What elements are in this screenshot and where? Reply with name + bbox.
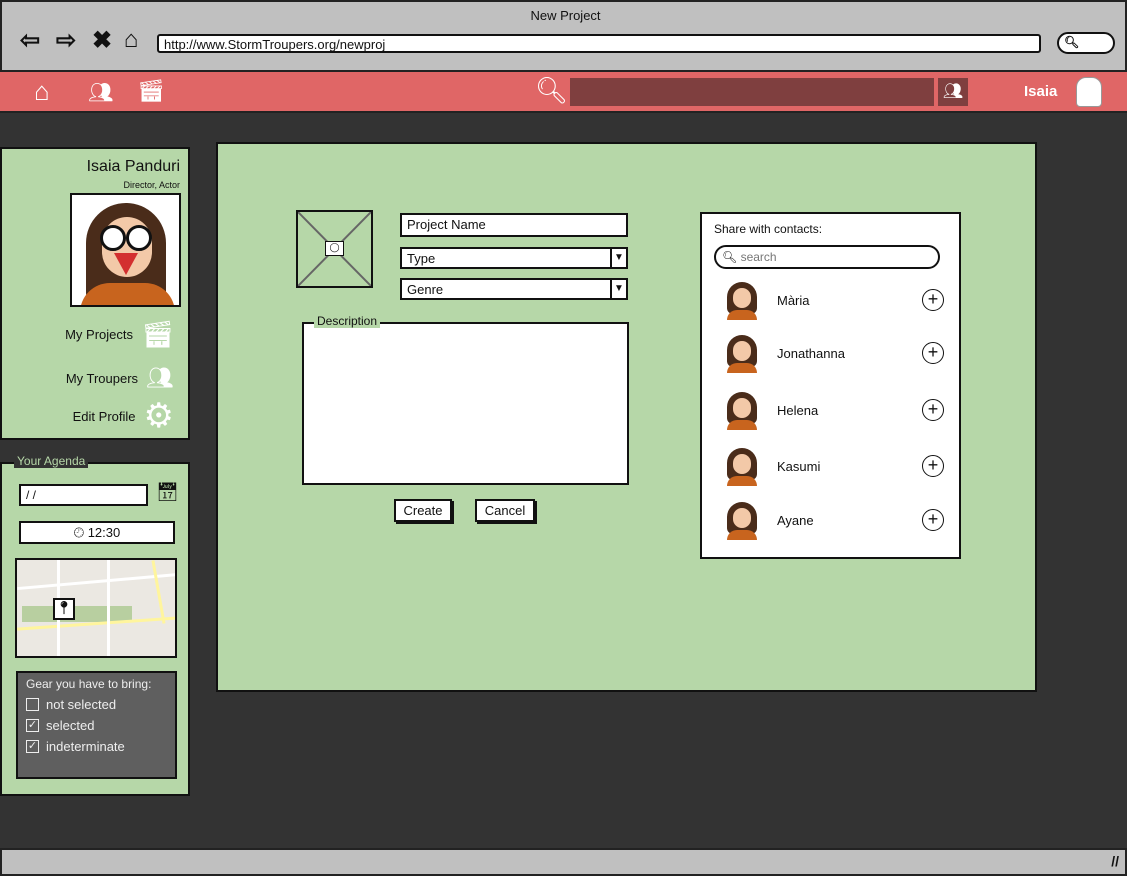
contact-row: Mària + <box>724 278 944 322</box>
menu-edit-profile[interactable]: Edit Profile ⚙ <box>73 399 174 433</box>
genre-value: Genre <box>407 282 444 297</box>
chevron-down-icon: ▼ <box>610 249 626 267</box>
share-title: Share with contacts: <box>714 222 823 236</box>
url-bar[interactable]: http://www.StormTroupers.org/newproj <box>157 34 1041 53</box>
window-title: New Project <box>530 8 601 23</box>
new-project-panel: ◯ Project Name Type ▼ Genre ▼ Description … <box>216 142 1037 692</box>
search-icon: 🔍︎ <box>1064 35 1080 49</box>
add-contact-button[interactable]: + <box>922 399 944 421</box>
contact-avatar <box>724 333 760 373</box>
checkbox-label: indeterminate <box>46 739 125 754</box>
gear-title: Gear you have to bring: <box>26 677 152 691</box>
contact-name: Kasumi <box>777 458 821 474</box>
add-contact-button[interactable]: + <box>922 289 944 311</box>
image-upload[interactable]: ◯ <box>296 210 373 288</box>
time-input[interactable]: 🕘︎ 12:30 <box>19 521 175 544</box>
clapperboard-icon: 🎬︎ <box>140 319 174 349</box>
contact-name: Ayane <box>777 512 814 528</box>
menu-my-troupers[interactable]: My Troupers 👥︎ <box>66 365 174 391</box>
home-icon[interactable]: ⌂ <box>34 76 50 107</box>
contact-row: Helena + <box>724 388 944 432</box>
project-name-input[interactable]: Project Name <box>400 213 628 237</box>
description-textarea[interactable]: Description <box>302 314 629 485</box>
forward-icon[interactable]: ⇨ <box>52 26 80 54</box>
checkbox-label: not selected <box>46 697 117 712</box>
contact-avatar <box>724 390 760 430</box>
add-contact-button[interactable]: + <box>922 509 944 531</box>
users-icon[interactable]: 👥︎ <box>88 80 113 105</box>
top-search-input[interactable] <box>570 78 934 106</box>
gear-icon: ⚙ <box>143 397 174 435</box>
profile-panel: Isaia Panduri Director, Actor My Project… <box>0 147 190 440</box>
menu-label: My Troupers <box>65 370 139 386</box>
close-icon[interactable]: ✖ <box>88 26 116 54</box>
users-icon: 👥︎ <box>146 365 174 390</box>
resize-handle-icon[interactable]: // <box>1111 853 1119 869</box>
gear-list: Gear you have to bring: not selected ✓ se… <box>16 671 177 779</box>
menu-my-projects[interactable]: My Projects 🎬︎ <box>65 319 174 350</box>
checkbox-not-selected[interactable]: not selected <box>26 697 167 712</box>
status-bar: // <box>0 848 1127 876</box>
user-name[interactable]: Isaia <box>1024 83 1057 100</box>
map-pin-icon: 📍︎ <box>53 598 75 620</box>
contact-avatar <box>724 446 760 486</box>
time-value: 12:30 <box>87 525 121 540</box>
date-input[interactable]: / / <box>19 484 148 506</box>
home-icon[interactable]: ⌂ <box>117 26 145 54</box>
create-button[interactable]: Create <box>394 499 452 522</box>
contact-avatar <box>724 500 760 540</box>
contact-row: Jonathanna + <box>724 331 944 375</box>
clock-icon: 🕘︎ <box>73 525 85 540</box>
browser-search[interactable]: 🔍︎ <box>1057 32 1115 54</box>
camera-icon: ◯ <box>325 241 344 256</box>
menu-label: My Projects <box>65 327 133 342</box>
agenda-title: Your Agenda <box>14 454 89 468</box>
genre-select[interactable]: Genre ▼ <box>400 278 628 300</box>
chevron-down-icon: ▼ <box>610 280 626 298</box>
user-avatar[interactable] <box>1076 77 1102 107</box>
add-contact-button[interactable]: + <box>922 342 944 364</box>
contact-name: Jonathanna <box>777 345 845 361</box>
clapperboard-icon[interactable]: 🎬︎ <box>137 78 165 104</box>
menu-label: Edit Profile <box>72 408 136 424</box>
contact-avatar <box>724 280 760 320</box>
cancel-button[interactable]: Cancel <box>475 499 535 522</box>
contact-row: Kasumi + <box>724 444 944 488</box>
checkbox-indeterminate[interactable]: ✓ indeterminate <box>26 739 167 754</box>
map[interactable]: 📍︎ <box>15 558 177 658</box>
checkbox-selected[interactable]: ✓ selected <box>26 718 167 733</box>
app-topbar: ⌂ 👥︎ 🎬︎ 🔍︎ 👥︎ Isaia <box>0 72 1127 113</box>
contact-search-input[interactable]: 🔍︎ search <box>714 245 940 269</box>
profile-avatar <box>70 193 181 307</box>
type-select[interactable]: Type ▼ <box>400 247 628 269</box>
profile-roles: Director, Actor <box>123 180 180 190</box>
back-icon[interactable]: ⇦ <box>16 26 44 54</box>
description-label: Description <box>314 314 381 328</box>
checkbox-label: selected <box>46 718 95 733</box>
contact-name: Helena <box>777 402 819 418</box>
profile-name: Isaia Panduri <box>86 158 180 175</box>
agenda-panel: Your Agenda / / 📅︎ 🕘︎ 12:30 📍︎ Gear you … <box>0 454 190 796</box>
add-contact-button[interactable]: + <box>922 455 944 477</box>
search-placeholder: search <box>740 250 777 264</box>
type-value: Type <box>407 251 436 266</box>
search-icon: 🔍︎ <box>722 250 738 264</box>
search-icon[interactable]: 🔍︎ <box>535 75 568 106</box>
troupe-menu-icon[interactable]: 👥︎ <box>938 78 968 106</box>
browser-chrome: New Project ⇦ ⇨ ✖ ⌂ http://www.StormTrou… <box>0 0 1127 72</box>
contact-name: Mària <box>777 292 810 308</box>
calendar-icon[interactable]: 📅︎ <box>156 482 179 503</box>
contact-row: Ayane + <box>724 498 944 542</box>
share-panel: Share with contacts: 🔍︎ search Mària + Jo… <box>700 212 961 559</box>
